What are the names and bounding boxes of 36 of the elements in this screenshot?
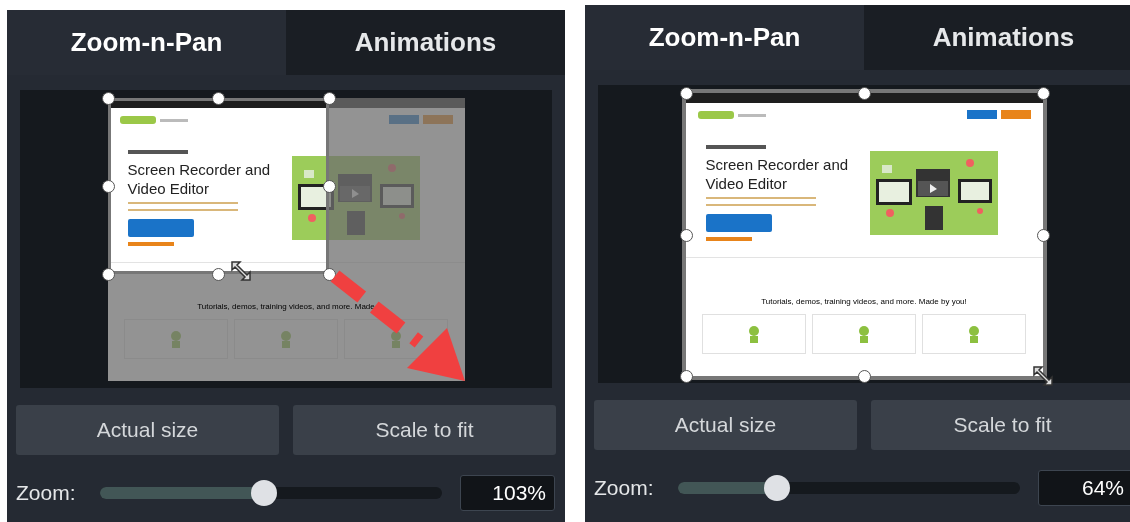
tagline: Tutorials, demos, training videos, and more. Made xyxy=(197,300,375,313)
crop-handle[interactable] xyxy=(679,86,693,100)
slider-track[interactable] xyxy=(678,482,1020,494)
crop-handle[interactable] xyxy=(679,369,693,383)
feature-icon xyxy=(747,324,761,343)
logo-icon xyxy=(697,108,768,121)
crop-handle[interactable] xyxy=(679,228,693,242)
action-button[interactable]: Actual size xyxy=(594,400,857,450)
tab[interactable]: Animations xyxy=(864,5,1130,70)
slider-thumb[interactable] xyxy=(764,475,791,501)
resize-icon xyxy=(1031,364,1054,387)
headline: Screen Recorder and Video Editor xyxy=(127,159,272,198)
tab[interactable]: Animations xyxy=(286,10,565,75)
zoom-field[interactable]: 103% xyxy=(460,475,555,511)
action-button[interactable]: Actual size xyxy=(16,405,279,455)
crop-handle[interactable] xyxy=(101,179,115,193)
crop-handle[interactable] xyxy=(857,369,871,383)
action-button[interactable]: Scale to fit xyxy=(293,405,556,455)
feature-icon xyxy=(967,324,981,343)
zoom-label: Zoom: xyxy=(16,480,77,507)
crop-handle[interactable] xyxy=(101,267,115,281)
crop-handle[interactable] xyxy=(1036,228,1050,242)
action-button[interactable]: Scale to fit xyxy=(871,400,1130,450)
zoom-label: Zoom: xyxy=(594,475,655,502)
crop-handle[interactable] xyxy=(101,91,115,105)
headline: Screen Recorder and Video Editor xyxy=(705,154,850,193)
feature-icon xyxy=(857,324,871,343)
slider-thumb[interactable] xyxy=(251,480,278,506)
header-button[interactable] xyxy=(1000,110,1031,119)
download-button[interactable] xyxy=(127,218,194,237)
header-button[interactable] xyxy=(966,110,997,119)
tagline: Tutorials, demos, training videos, and more. Made by you! xyxy=(761,295,967,308)
zoom-field[interactable]: 64% xyxy=(1038,470,1130,506)
slider-track[interactable] xyxy=(100,487,442,499)
logo-icon xyxy=(119,113,190,126)
download-button[interactable] xyxy=(705,213,772,232)
